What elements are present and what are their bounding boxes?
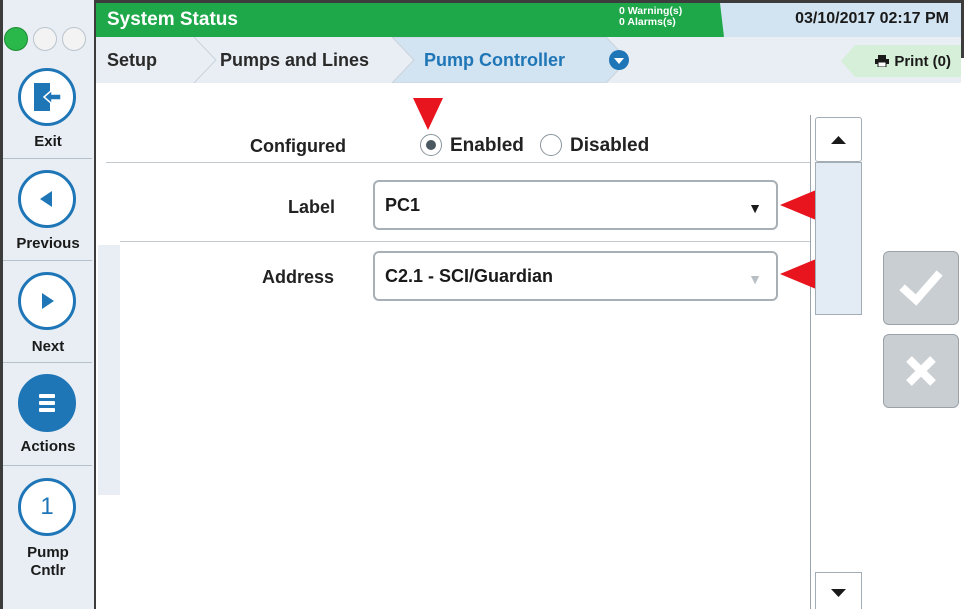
pump-cntlr-label-line1: Pump bbox=[27, 544, 69, 561]
triangle-left-icon bbox=[40, 191, 52, 207]
address-dropdown-value: C2.1 - SCI/Guardian bbox=[385, 265, 554, 286]
nav-divider bbox=[3, 260, 92, 261]
chevron-down-icon[interactable] bbox=[608, 49, 630, 71]
tab-setup[interactable]: Setup bbox=[107, 37, 157, 83]
scrollbar-thumb[interactable] bbox=[815, 162, 862, 315]
pump-count-badge: 1 bbox=[40, 493, 54, 520]
tab-pump-controller[interactable]: Pump Controller bbox=[424, 37, 565, 83]
status-led-off bbox=[62, 27, 86, 51]
row-divider bbox=[120, 241, 810, 242]
red-callout-marker bbox=[413, 98, 443, 130]
system-status-title: System Status bbox=[107, 9, 238, 30]
pump-cntlr-label-line2: Cntlr bbox=[30, 562, 66, 579]
datetime-box: 03/10/2017 02:17 PM bbox=[708, 3, 961, 37]
enabled-radio-label[interactable]: Enabled bbox=[450, 135, 524, 157]
address-dropdown[interactable]: C2.1 - SCI/Guardian ▼ bbox=[373, 251, 778, 301]
status-led-green bbox=[4, 27, 28, 51]
exit-label: Exit bbox=[34, 133, 62, 150]
red-callout-marker bbox=[780, 259, 816, 289]
tab-pumps-and-lines[interactable]: Pumps and Lines bbox=[220, 37, 369, 83]
row-divider bbox=[106, 162, 810, 163]
triangle-down-icon bbox=[831, 589, 846, 597]
nav-divider bbox=[3, 465, 92, 466]
breadcrumb-tabs: Setup Pumps and Lines Pump Controller Pr… bbox=[96, 37, 961, 83]
label-field-label: Label bbox=[288, 197, 336, 217]
print-button[interactable]: Print (0) bbox=[841, 45, 961, 77]
caret-down-icon: ▼ bbox=[748, 271, 762, 287]
configured-label: Configured bbox=[250, 136, 346, 156]
label-dropdown-value: PC1 bbox=[385, 194, 421, 215]
checkmark-icon bbox=[899, 270, 943, 306]
triangle-right-icon bbox=[42, 293, 54, 309]
previous-button[interactable] bbox=[18, 170, 76, 228]
disabled-radio-label[interactable]: Disabled bbox=[570, 135, 649, 157]
exit-button[interactable] bbox=[18, 68, 76, 126]
header-slant bbox=[700, 3, 724, 37]
alarm-count: 0 Alarms(s) bbox=[619, 16, 676, 28]
next-button[interactable] bbox=[18, 272, 76, 330]
scroll-down-button[interactable] bbox=[815, 572, 862, 609]
address-field-label: Address bbox=[262, 267, 335, 287]
caret-down-icon: ▼ bbox=[748, 200, 762, 216]
scroll-up-button[interactable] bbox=[815, 117, 862, 162]
nav-divider bbox=[3, 362, 92, 363]
confirm-button[interactable] bbox=[883, 251, 959, 325]
next-label: Next bbox=[31, 338, 65, 355]
enabled-radio[interactable] bbox=[420, 134, 442, 156]
panel-side-margin bbox=[98, 245, 120, 495]
alarm-summary: 0 Warning(s) 0 Alarms(s) bbox=[619, 6, 682, 28]
nav-divider bbox=[3, 158, 92, 159]
triangle-up-icon bbox=[831, 136, 846, 144]
actions-label: Actions bbox=[20, 438, 76, 455]
exit-icon bbox=[34, 83, 62, 111]
label-dropdown[interactable]: PC1 ▼ bbox=[373, 180, 778, 230]
tab-separator bbox=[193, 37, 217, 83]
disabled-radio[interactable] bbox=[540, 134, 562, 156]
cancel-button[interactable] bbox=[883, 334, 959, 408]
print-label: Print (0) bbox=[894, 52, 951, 70]
previous-label: Previous bbox=[16, 235, 80, 252]
menu-lines-icon bbox=[39, 394, 55, 412]
close-icon bbox=[906, 356, 936, 386]
printer-icon bbox=[875, 55, 890, 67]
actions-button[interactable] bbox=[18, 374, 76, 432]
datetime: 03/10/2017 02:17 PM bbox=[795, 10, 949, 27]
pump-controller-nav-button[interactable]: 1 bbox=[18, 478, 76, 536]
red-callout-marker bbox=[780, 190, 816, 220]
top-header: System Status 0 Warning(s) 0 Alarms(s) 0… bbox=[96, 0, 964, 83]
system-status-bar[interactable]: System Status 0 Warning(s) 0 Alarms(s) bbox=[96, 3, 720, 37]
status-led-off bbox=[33, 27, 57, 51]
